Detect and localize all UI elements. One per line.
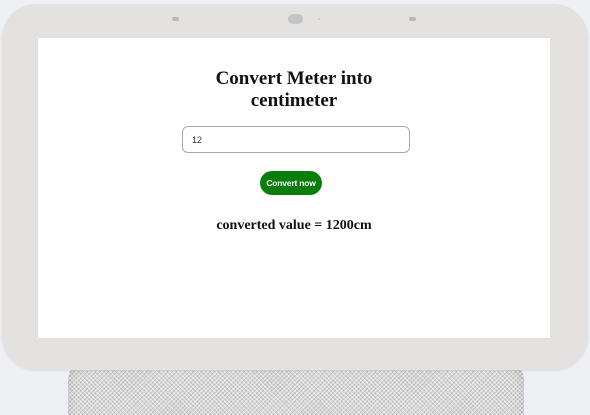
- smart-display-frame: Convert Meter into centimeter Convert no…: [2, 4, 588, 370]
- camera-icon: [288, 14, 303, 24]
- microphone-right-icon: [409, 17, 416, 21]
- converted-value-text: converted value = 1200cm: [216, 218, 372, 233]
- meter-input[interactable]: [182, 126, 410, 153]
- light-sensor-icon: [318, 18, 320, 20]
- page-title: Convert Meter into centimeter: [215, 68, 373, 111]
- microphone-left-icon: [172, 17, 179, 21]
- convert-now-button[interactable]: Convert now: [260, 171, 322, 195]
- app-screen: Convert Meter into centimeter Convert no…: [38, 38, 550, 338]
- device-stage: Convert Meter into centimeter Convert no…: [0, 0, 590, 415]
